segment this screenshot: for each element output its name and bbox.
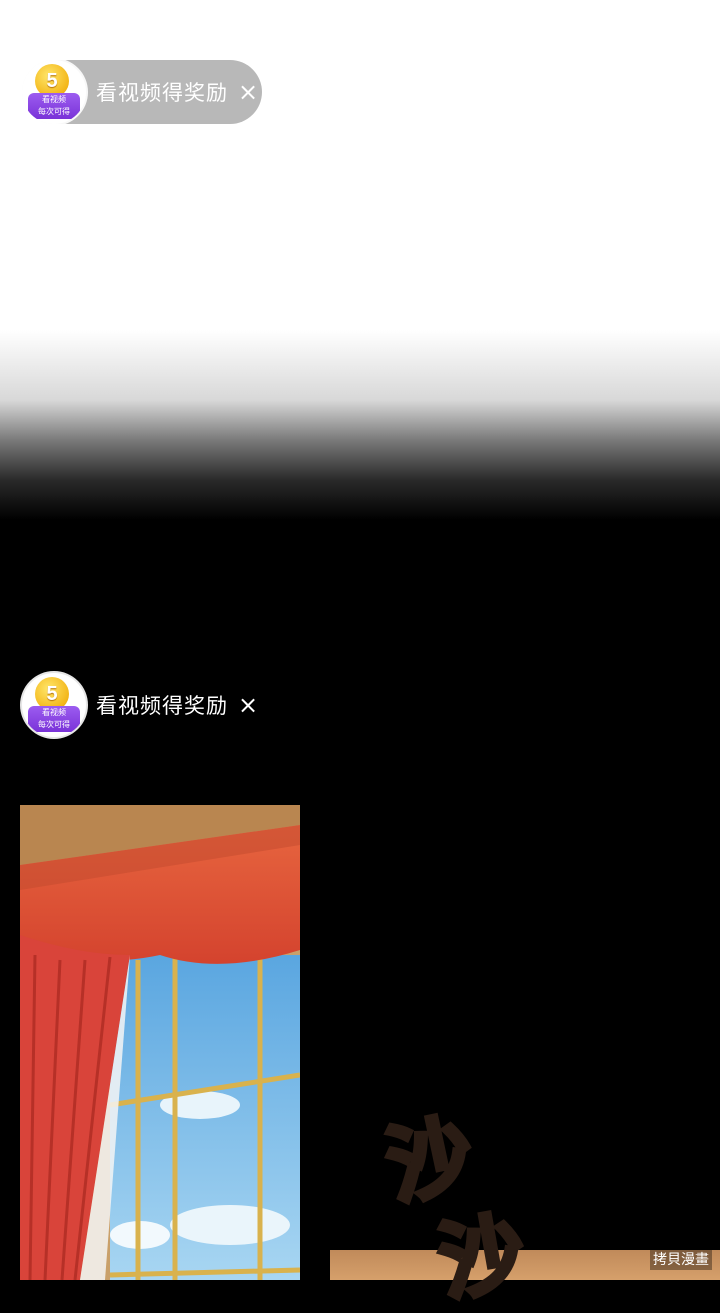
reward-label[interactable]: 看视频得奖励: [96, 77, 228, 107]
reward-badge-tag: 看视频 每次可得: [28, 93, 80, 119]
close-icon[interactable]: ×: [238, 80, 258, 104]
sound-effect-1: 沙: [376, 1101, 484, 1219]
badge-line-2: 每次可得: [38, 720, 70, 729]
comic-panel-window: [20, 805, 300, 1280]
reward-badge-tag: 看视频 每次可得: [28, 706, 80, 732]
watch-video-reward-pill-2[interactable]: 5 看视频 每次可得 看视频得奖励 ×: [22, 673, 262, 737]
badge-line-1: 看视频: [42, 708, 66, 717]
watch-video-reward-pill[interactable]: 5 看视频 每次可得 看视频得奖励 ×: [22, 60, 262, 124]
reward-coin-icon: 5 看视频 每次可得: [22, 673, 86, 737]
badge-line-2: 每次可得: [38, 107, 70, 116]
watermark: 拷貝漫畫: [650, 1248, 712, 1270]
close-icon[interactable]: ×: [238, 693, 258, 717]
reward-coin-icon: 5 看视频 每次可得: [22, 60, 86, 124]
window-curtain-illustration: [20, 805, 300, 1280]
reward-label[interactable]: 看视频得奖励: [96, 690, 228, 720]
sound-effect-2: 沙: [430, 1199, 535, 1313]
badge-line-1: 看视频: [42, 95, 66, 104]
